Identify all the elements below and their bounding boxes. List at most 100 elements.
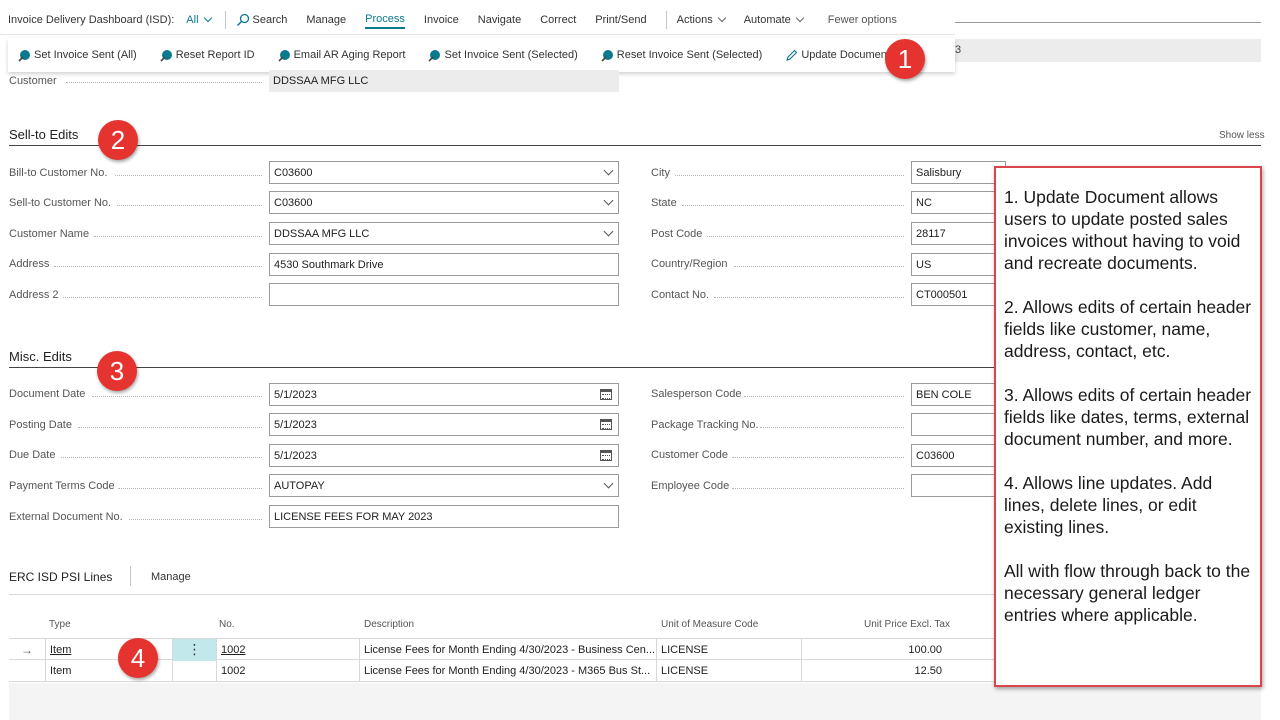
- nav-automate[interactable]: Automate: [744, 13, 805, 26]
- bill-to-customer-no-value: C03600: [274, 167, 313, 179]
- nav-actions[interactable]: Actions: [677, 14, 726, 26]
- nav-process[interactable]: Process: [365, 13, 405, 29]
- label-leader: [732, 488, 904, 489]
- search-icon: [236, 13, 249, 26]
- address-field[interactable]: 4530 Southmark Drive: [269, 253, 619, 276]
- line-no-cell[interactable]: 1002: [216, 639, 359, 661]
- header-rule: [955, 22, 1261, 23]
- contact-no-field[interactable]: CT000501: [911, 283, 1006, 306]
- address-2-field[interactable]: [269, 283, 619, 306]
- calendar-icon[interactable]: [600, 450, 612, 461]
- action-bar: Set Invoice Sent (All) Reset Report ID E…: [8, 38, 955, 72]
- chevron-down-icon[interactable]: [603, 226, 614, 237]
- email-ar-aging-report-button[interactable]: Email AR Aging Report: [278, 49, 405, 62]
- show-less-link[interactable]: Show less: [1219, 130, 1265, 141]
- calendar-icon[interactable]: [600, 389, 612, 400]
- update-document-label: Update Document: [801, 49, 890, 61]
- update-document-button[interactable]: Update Document: [785, 49, 890, 62]
- post-code-field[interactable]: 28117: [911, 222, 1006, 245]
- employee-code-field[interactable]: [911, 474, 1006, 497]
- state-value: NC: [916, 197, 932, 209]
- line-no-cell[interactable]: 1002: [216, 660, 359, 682]
- external-document-no-field[interactable]: LICENSE FEES FOR MAY 2023: [269, 505, 619, 528]
- due-date-field[interactable]: 5/1/2023: [269, 444, 619, 467]
- col-head-no[interactable]: No.: [219, 619, 235, 630]
- pencil-icon: [786, 49, 798, 61]
- nav-navigate[interactable]: Navigate: [478, 14, 521, 26]
- address-label: Address: [9, 258, 50, 270]
- nav-manage[interactable]: Manage: [306, 14, 346, 26]
- label-leader: [78, 427, 262, 428]
- customer-name-value: DDSSAA MFG LLC: [274, 228, 370, 240]
- line-unit-price-cell[interactable]: 100.00: [801, 639, 946, 661]
- line-unit-price-cell[interactable]: 12.50: [801, 660, 946, 682]
- calendar-icon[interactable]: [600, 419, 612, 430]
- payment-terms-code-field[interactable]: AUTOPAY: [269, 474, 619, 497]
- chevron-down-icon: [795, 13, 805, 23]
- label-leader: [707, 236, 904, 237]
- contact-no-label: Contact No.: [651, 289, 710, 301]
- due-date-label: Due Date: [9, 449, 56, 461]
- sell-to-customer-no-field[interactable]: C03600: [269, 191, 619, 214]
- sell-to-customer-no-label: Sell-to Customer No.: [9, 197, 112, 209]
- country-region-value: US: [916, 259, 932, 271]
- document-date-field[interactable]: 5/1/2023: [269, 383, 619, 406]
- country-region-label: Country/Region: [651, 258, 728, 270]
- reset-report-id-label: Reset Report ID: [175, 49, 255, 61]
- nav-search[interactable]: Search: [236, 13, 287, 27]
- line-uom-cell[interactable]: LICENSE: [656, 639, 801, 661]
- chevron-down-icon[interactable]: [603, 478, 614, 489]
- posting-date-value: 5/1/2023: [274, 419, 317, 431]
- annotation-note-3: 3. Allows edits of certain header fields…: [1004, 385, 1252, 449]
- annotation-note-4: 4. Allows line updates. Add lines, delet…: [1004, 473, 1213, 537]
- label-leader: [92, 396, 262, 397]
- customer-value: DDSSAA MFG LLC: [273, 75, 369, 87]
- label-leader: [117, 205, 262, 206]
- state-field[interactable]: NC: [911, 191, 1006, 214]
- customer-code-field[interactable]: C03600: [911, 444, 1006, 467]
- col-head-description[interactable]: Description: [364, 619, 414, 630]
- line-description-cell[interactable]: License Fees for Month Ending 4/30/2023 …: [359, 660, 656, 682]
- line-uom-cell[interactable]: LICENSE: [656, 660, 801, 682]
- row-menu-icon[interactable]: ⋮: [172, 639, 216, 661]
- reset-invoice-sent-selected-button[interactable]: Reset Invoice Sent (Selected): [601, 49, 762, 62]
- post-code-value: 28117: [916, 228, 946, 240]
- nav-correct[interactable]: Correct: [540, 14, 576, 26]
- nav-invoice[interactable]: Invoice: [424, 14, 459, 26]
- post-code-label: Post Code: [651, 228, 703, 240]
- annotation-note-2: 2. Allows edits of certain header fields…: [1004, 297, 1252, 361]
- chevron-down-icon[interactable]: [603, 165, 614, 176]
- col-head-unit-price[interactable]: Unit Price Excl. Tax: [864, 619, 950, 630]
- view-filter[interactable]: All: [186, 14, 212, 26]
- salesperson-code-field[interactable]: BEN COLE: [911, 383, 1006, 406]
- package-tracking-no-field[interactable]: [911, 413, 1006, 436]
- nav-separator: [224, 10, 226, 29]
- posting-date-field[interactable]: 5/1/2023: [269, 413, 619, 436]
- section-rule: [9, 367, 994, 368]
- chevron-down-icon[interactable]: [603, 195, 614, 206]
- nav-fewer-options[interactable]: Fewer options: [828, 14, 897, 26]
- set-invoice-sent-selected-button[interactable]: Set Invoice Sent (Selected): [428, 49, 578, 62]
- nav-separator: [665, 10, 667, 29]
- partial-field-value: 3: [955, 44, 962, 56]
- arrow-right-icon: →: [21, 643, 33, 657]
- document-date-label: Document Date: [9, 388, 86, 400]
- city-field[interactable]: Salisbury: [911, 161, 1006, 184]
- label-leader: [675, 175, 904, 176]
- col-head-uom[interactable]: Unit of Measure Code: [661, 619, 758, 630]
- line-menu-cell[interactable]: [172, 660, 216, 682]
- label-leader: [66, 82, 262, 83]
- lines-manage-button[interactable]: Manage: [151, 571, 191, 583]
- process-icon: [428, 49, 441, 62]
- process-icon: [601, 49, 613, 62]
- bill-to-customer-no-field[interactable]: C03600: [269, 161, 619, 184]
- set-invoice-sent-all-button[interactable]: Set Invoice Sent (All): [18, 49, 137, 62]
- customer-name-field[interactable]: DDSSAA MFG LLC: [269, 222, 619, 245]
- col-head-type[interactable]: Type: [49, 619, 71, 630]
- line-description-cell[interactable]: License Fees for Month Ending 4/30/2023 …: [359, 639, 656, 661]
- callout-badge-3: 3: [97, 351, 137, 391]
- nav-print-send[interactable]: Print/Send: [595, 14, 646, 26]
- reset-report-id-button[interactable]: Reset Report ID: [160, 49, 255, 62]
- country-region-field[interactable]: US: [911, 253, 1006, 276]
- salesperson-code-value: BEN COLE: [916, 389, 972, 401]
